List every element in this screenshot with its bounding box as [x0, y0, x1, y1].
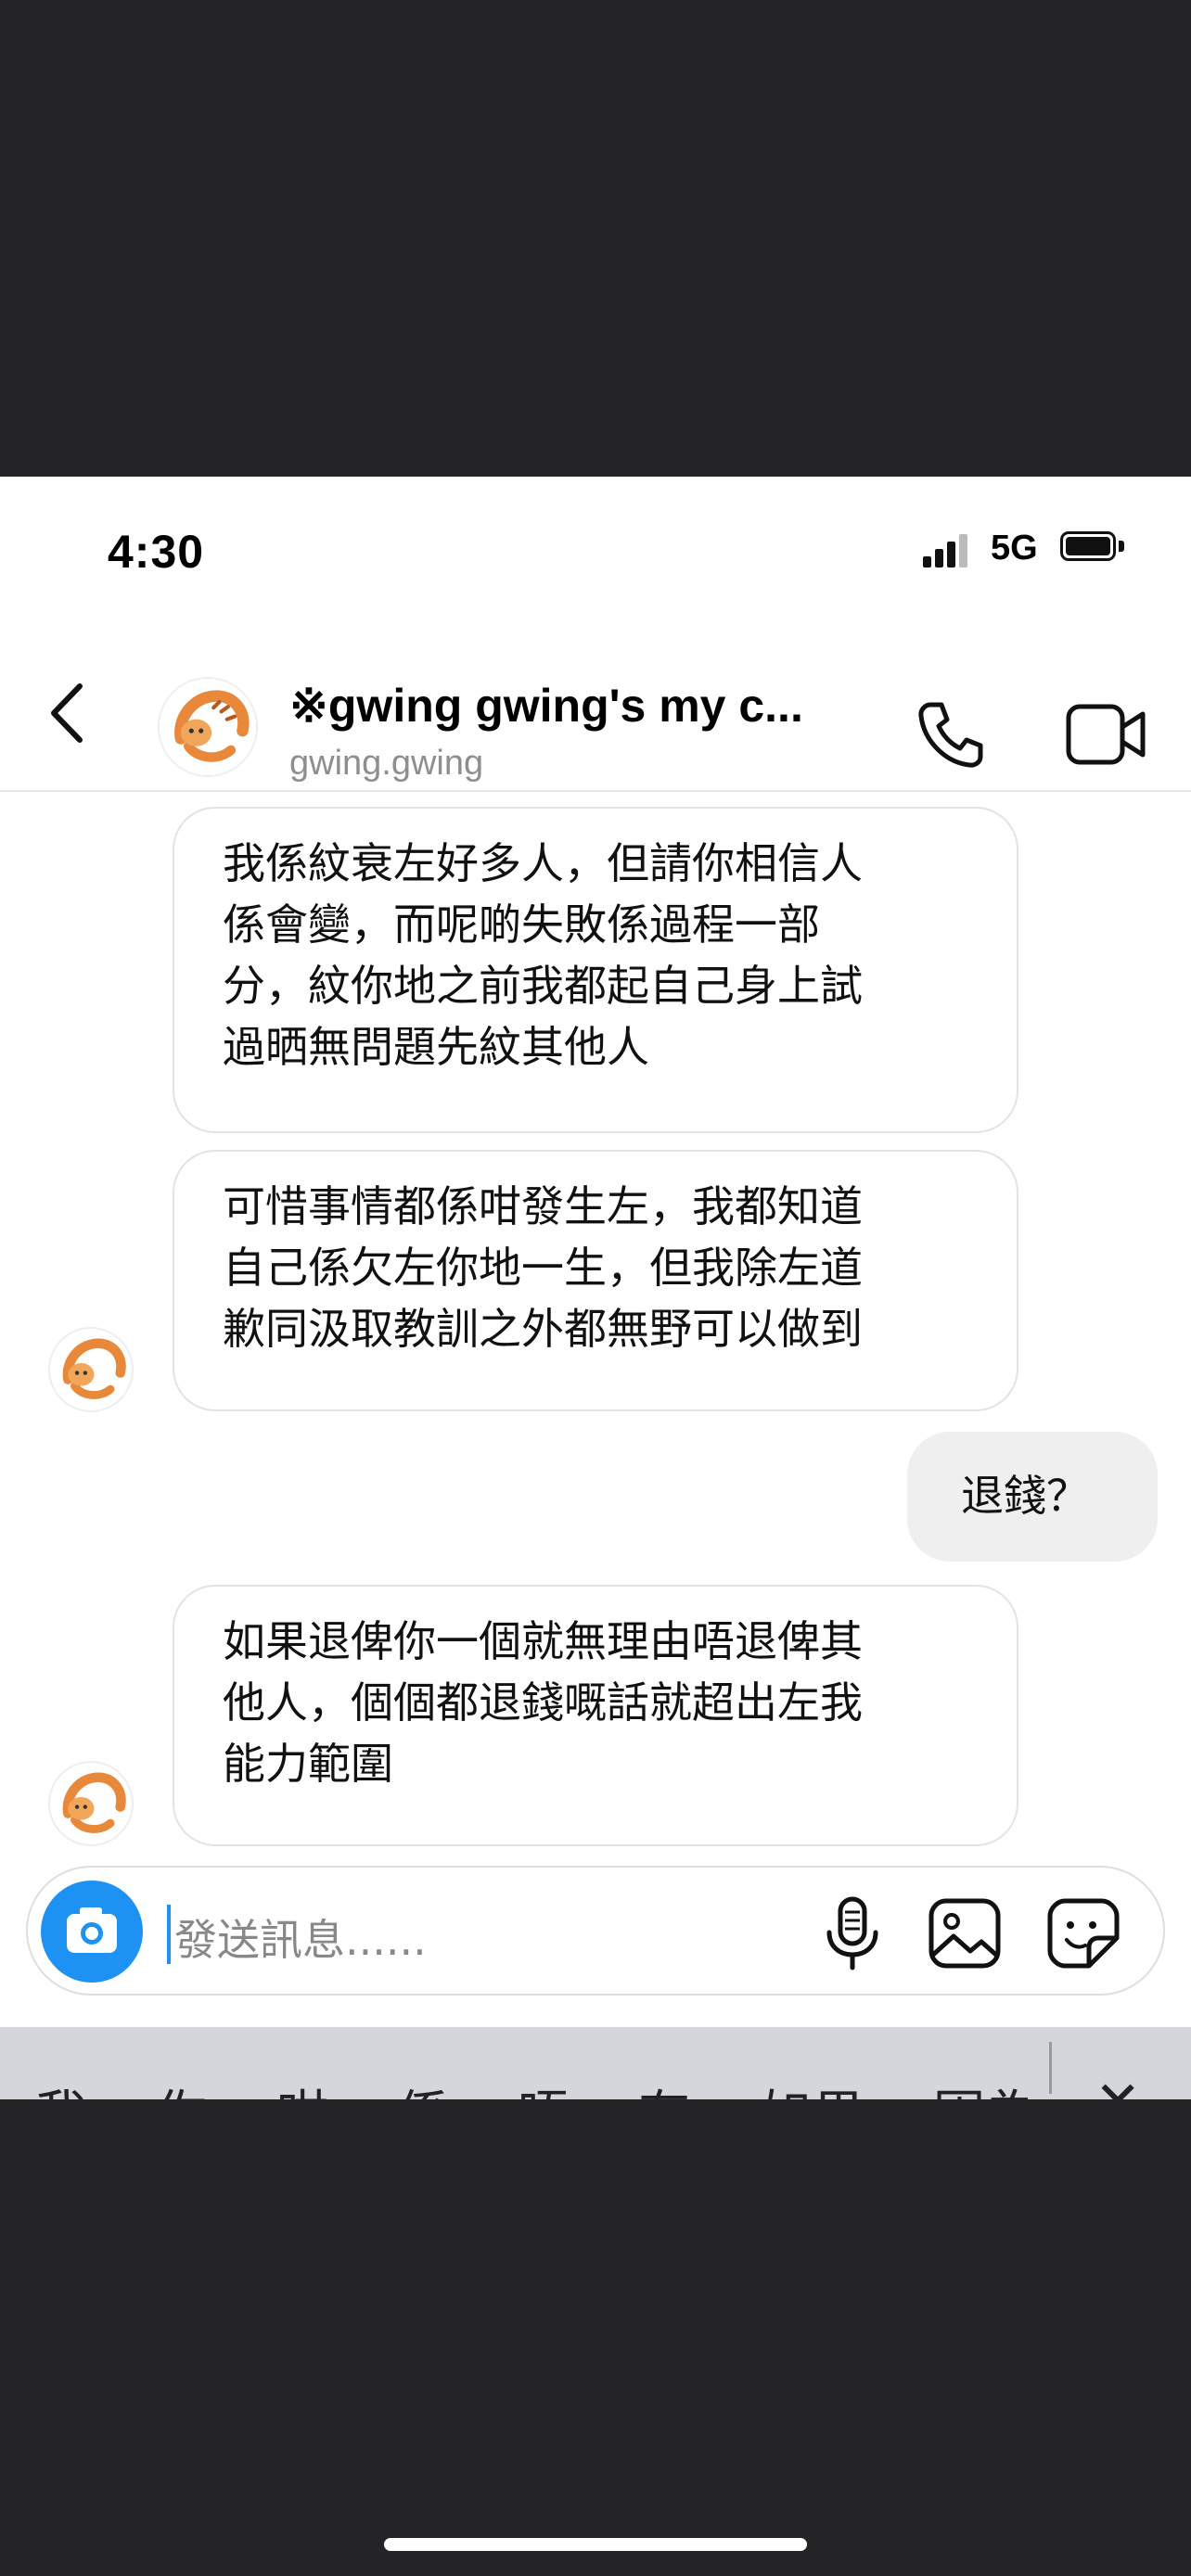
status-time: 4:30: [108, 526, 205, 578]
suggestion-item[interactable]: 我: [35, 2085, 89, 2099]
sticker-icon: [1047, 1898, 1120, 1969]
close-suggestions-icon[interactable]: ✕: [1095, 2070, 1141, 2099]
message-input[interactable]: 發送訊息......: [174, 1906, 427, 1968]
video-camera-icon: [1066, 704, 1146, 765]
avatar[interactable]: [158, 677, 258, 777]
suggestion-item[interactable]: 有: [638, 2085, 692, 2099]
network-label: 5G: [991, 529, 1038, 567]
phone-icon: [918, 702, 983, 768]
message-bubble-incoming[interactable]: 如果退俾你一個就無理由唔退俾其 他人，個個都退錢嘅話就超出左我 能力範圍: [173, 1585, 1018, 1846]
suggestion-item[interactable]: 咁: [276, 2085, 330, 2099]
cat-avatar-icon: [51, 1330, 131, 1409]
microphone-icon: [826, 1896, 878, 1970]
suggestion-divider: [1049, 2042, 1052, 2094]
sender-avatar[interactable]: [48, 1761, 134, 1846]
message-composer: 發送訊息......: [26, 1866, 1165, 1996]
suggestion-item[interactable]: 唔: [518, 2085, 571, 2099]
text-caret: [167, 1905, 171, 1964]
message-bubble-outgoing[interactable]: 退錢？: [907, 1432, 1158, 1562]
suggestion-item[interactable]: 如果: [759, 2085, 866, 2099]
camera-icon: [67, 1907, 117, 1953]
cat-avatar-icon: [161, 681, 254, 773]
back-button[interactable]: [45, 681, 91, 746]
suggestion-item[interactable]: 你: [156, 2085, 210, 2099]
home-indicator[interactable]: [384, 2538, 807, 2551]
sender-avatar[interactable]: [48, 1327, 134, 1412]
image-gallery-icon: [928, 1898, 1001, 1969]
gallery-button[interactable]: [928, 1897, 1002, 1970]
cat-avatar-icon: [51, 1764, 131, 1843]
dm-screen: 4:30 5G ※gwing gwing's my c... gwing.gwi…: [0, 477, 1191, 2099]
chat-header: ※gwing gwing's my c... gwing.gwing: [0, 634, 1191, 783]
suggestion-item[interactable]: 係: [397, 2085, 451, 2099]
header-divider: [0, 790, 1191, 792]
keyboard-suggestions: 我 你 咁 係 唔 有 如果 因為 ✕: [0, 2027, 1191, 2099]
sticker-button[interactable]: [1046, 1897, 1121, 1970]
battery-icon: [1060, 531, 1125, 565]
camera-button[interactable]: [41, 1881, 143, 1983]
signal-icon: [923, 534, 967, 567]
conversation-title[interactable]: ※gwing gwing's my c...: [289, 679, 803, 733]
message-bubble-incoming[interactable]: 我係紋衰左好多人，但請你相信人 係會變，而呢啲失敗係過程一部 分，紋你地之前我都…: [173, 807, 1018, 1133]
conversation-username: gwing.gwing: [289, 744, 484, 783]
chevron-left-icon: [51, 683, 83, 743]
voice-message-button[interactable]: [820, 1895, 885, 1971]
voice-call-button[interactable]: [914, 697, 988, 772]
message-bubble-incoming[interactable]: 可惜事情都係咁發生左，我都知道 自己係欠左你地一生，但我除左道 歉同汲取教訓之外…: [173, 1150, 1018, 1411]
suggestion-item[interactable]: 因為: [933, 2085, 1041, 2099]
video-call-button[interactable]: [1065, 699, 1148, 770]
